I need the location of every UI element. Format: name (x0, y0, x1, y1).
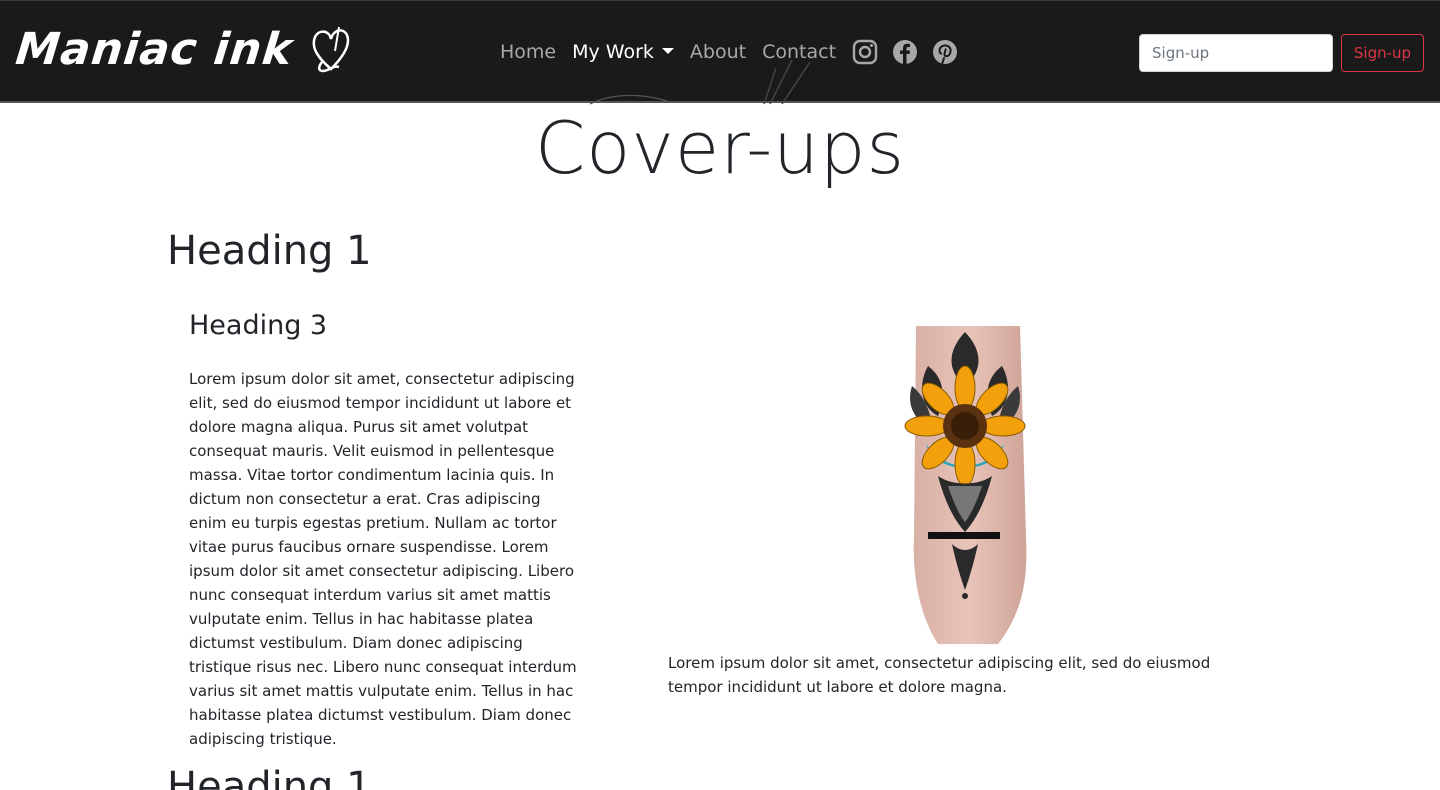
tattoo-cover-up-image (904, 326, 1027, 644)
body-paragraph: Lorem ipsum dolor sit amet, consectetur … (189, 370, 577, 748)
brand-name: Maniac ink (13, 23, 296, 75)
nav-link-about[interactable]: About (682, 41, 754, 63)
sub-heading: Heading 3 (189, 310, 328, 341)
chevron-down-icon (661, 48, 674, 54)
brand-logo[interactable]: Maniac ink (13, 19, 353, 79)
image-caption: Lorem ipsum dolor sit amet, consectetur … (668, 654, 1211, 696)
social-links (852, 39, 958, 65)
signup-button[interactable]: Sign-up (1341, 34, 1424, 72)
page-title: Cover-ups (534, 106, 906, 190)
heart-icon (312, 26, 349, 73)
instagram-icon[interactable] (852, 39, 878, 65)
nav-links: Home My Work About Contact (492, 32, 958, 72)
section-heading: Heading 1 (167, 228, 372, 274)
navbar: Maniac ink Home My Work About Contact Si… (0, 0, 1440, 103)
nav-link-home[interactable]: Home (492, 41, 564, 63)
pinterest-icon[interactable] (932, 39, 958, 65)
nav-link-my-work[interactable]: My Work (564, 41, 682, 63)
nav-link-my-work-label: My Work (572, 41, 654, 63)
section-heading-next: Heading 1 (167, 764, 372, 790)
nav-link-contact[interactable]: Contact (754, 41, 844, 63)
signup-input[interactable] (1139, 34, 1333, 72)
facebook-icon[interactable] (892, 39, 918, 65)
